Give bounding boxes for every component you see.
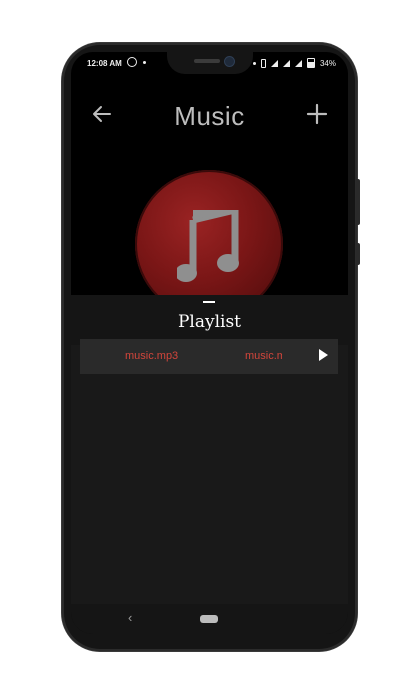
nav-home-button[interactable] (200, 615, 218, 623)
battery-level: 34% (319, 58, 336, 68)
sheet-drag-handle[interactable] (203, 301, 215, 303)
status-system-icons: 34% (252, 58, 336, 68)
camera-notch (167, 52, 253, 74)
vibrate-icon (260, 58, 266, 68)
whatsapp-icon (127, 57, 137, 67)
status-notifications (127, 57, 146, 67)
nav-back-icon[interactable]: ‹ (128, 610, 132, 625)
signal-icon (294, 59, 302, 67)
volume-button (356, 179, 360, 225)
track-name[interactable]: music.mp3 (245, 350, 282, 362)
dot-icon (252, 61, 256, 65)
sheet-header: Playlist (71, 295, 348, 345)
play-icon[interactable] (319, 349, 328, 361)
navigation-bar: ‹ (71, 604, 348, 634)
speaker-grille (194, 59, 220, 63)
playlist-title: Playlist (177, 312, 242, 332)
battery-icon (306, 58, 315, 68)
playlist-item[interactable]: music.mp3 music.mp3 (80, 339, 338, 374)
plus-icon[interactable] (306, 103, 328, 125)
app-header: Music (71, 97, 348, 137)
music-note-icon (177, 210, 239, 282)
status-time: 12:08 AM (87, 59, 122, 68)
track-name[interactable]: music.mp3 (125, 350, 178, 362)
wifi-icon (270, 59, 278, 67)
signal-icon (282, 59, 290, 67)
power-button (356, 243, 360, 265)
dot-icon (143, 60, 146, 64)
front-camera (224, 56, 235, 67)
screen: 12:08 AM 34% Music Playlist music.mp3 mu… (71, 52, 348, 634)
